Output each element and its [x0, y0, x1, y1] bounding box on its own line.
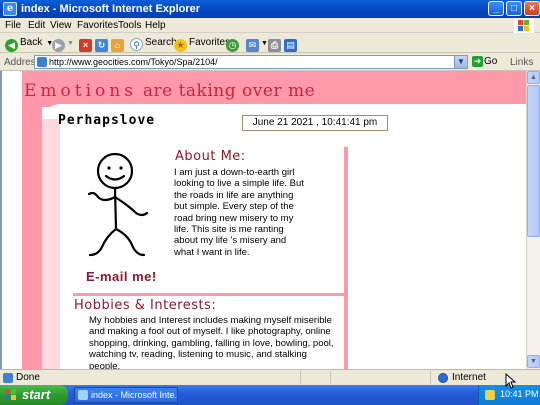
taskbar-ie-window[interactable]: index - Microsoft Inte...: [74, 387, 178, 403]
left-pink-bar: [22, 71, 42, 369]
back-arrow-icon: ◀: [5, 39, 18, 52]
close-button[interactable]: ×: [524, 1, 540, 16]
mail-button[interactable]: ✉ ▼: [246, 35, 268, 52]
toolbar: ◀ Back ▼ ▶ ▼ × ↻ ⌂ ⚲ Search ★ Favorites ◷ ✉ ▼ …: [0, 33, 540, 53]
favorites-star-icon: ★: [174, 39, 187, 52]
home-button[interactable]: ⌂: [111, 35, 126, 52]
start-label: start: [22, 387, 51, 402]
about-text: I am just a down-to-earth girl looking t…: [174, 167, 304, 258]
email-link[interactable]: E-mail me!: [86, 269, 157, 284]
back-button[interactable]: ◀ Back ▼: [5, 35, 53, 52]
forward-arrow-icon: ▶: [52, 39, 65, 52]
address-url: http://www.geocities.com/Tokyo/Spa/2104/: [49, 57, 218, 67]
edit-button[interactable]: ▤: [284, 35, 299, 52]
menu-edit[interactable]: Edit: [28, 20, 45, 31]
chevron-down-icon: ▼: [457, 57, 465, 66]
refresh-icon: ↻: [95, 39, 108, 52]
menu-file[interactable]: File: [5, 20, 21, 31]
chevron-down-icon: ▼: [67, 40, 74, 47]
address-input[interactable]: http://www.geocities.com/Tokyo/Spa/2104/: [34, 55, 468, 69]
left-inner-bar: [42, 119, 60, 369]
history-button[interactable]: ◷: [226, 35, 241, 52]
stop-button[interactable]: ×: [79, 35, 94, 52]
address-bar: Address http://www.geocities.com/Tokyo/S…: [0, 54, 540, 71]
chevron-down-icon: ▼: [261, 40, 268, 47]
site-name: Perhapslove: [58, 113, 156, 128]
links-button[interactable]: Links: [510, 57, 533, 68]
ie-logo-icon: e: [3, 2, 17, 16]
print-icon: ⎙: [268, 39, 281, 52]
menu-help[interactable]: Help: [145, 20, 166, 31]
about-heading: About Me:: [175, 149, 246, 164]
menu-bar: File Edit View Favorites Tools Help: [0, 18, 540, 33]
page-status-icon: [3, 373, 13, 383]
print-button[interactable]: ⎙: [268, 35, 283, 52]
search-label: Search: [145, 37, 177, 48]
scroll-down-button[interactable]: ▼: [527, 355, 540, 368]
page-icon: [37, 57, 47, 67]
favorites-label: Favorites: [189, 37, 231, 48]
hobbies-text: My hobbies and Interest includes making …: [89, 315, 334, 369]
ie-logo-icon: [78, 390, 88, 400]
back-label: Back: [20, 37, 43, 48]
go-button[interactable]: Go: [472, 56, 497, 67]
internet-globe-icon: [438, 373, 448, 383]
taskbar: start index - Microsoft Inte... 10:41 PM: [0, 385, 540, 405]
task-label: index - Microsoft Inte...: [91, 390, 178, 400]
page-headline: Emotions are taking over me: [24, 81, 316, 101]
menu-favorites[interactable]: Favorites: [77, 20, 118, 31]
menu-view[interactable]: View: [50, 20, 72, 31]
tray-network-icon[interactable]: [485, 390, 495, 400]
scroll-up-button[interactable]: ▲: [527, 71, 540, 84]
windows-flag-icon: [514, 18, 534, 33]
minimize-button[interactable]: _: [488, 1, 504, 16]
status-bar: Done Internet: [0, 369, 540, 385]
vertical-scrollbar[interactable]: ▲ ▼: [526, 71, 540, 369]
address-dropdown-button[interactable]: ▼: [454, 55, 468, 69]
divider-horizontal: [73, 293, 344, 296]
window-title: index - Microsoft Internet Explorer: [21, 3, 201, 15]
hobbies-heading: Hobbies & Interests:: [74, 298, 217, 313]
forward-button[interactable]: ▶ ▼: [52, 35, 74, 52]
home-icon: ⌂: [111, 39, 124, 52]
windows-flag-icon: [5, 389, 17, 401]
divider-vertical: [344, 147, 348, 369]
security-zone: Internet: [452, 372, 486, 383]
mail-icon: ✉: [246, 39, 259, 52]
clock: 10:41 PM: [500, 389, 539, 399]
stop-icon: ×: [79, 39, 92, 52]
edit-page-icon: ▤: [284, 39, 297, 52]
stick-figure-icon: [87, 152, 149, 257]
menu-tools[interactable]: Tools: [118, 20, 141, 31]
search-icon: ⚲: [130, 38, 143, 51]
status-text: Done: [16, 372, 40, 383]
mouse-cursor-icon: [505, 373, 517, 389]
page-viewport: Emotions are taking over me Perhapslove …: [0, 71, 526, 369]
favorites-button[interactable]: ★ Favorites: [174, 35, 231, 52]
scroll-thumb[interactable]: [527, 85, 540, 237]
datetime-box: June 21 2021 , 10:41:41 pm: [242, 115, 388, 131]
maximize-button[interactable]: □: [506, 1, 522, 16]
title-bar: e index - Microsoft Internet Explorer _ …: [0, 0, 540, 18]
history-icon: ◷: [226, 39, 239, 52]
refresh-button[interactable]: ↻: [95, 35, 110, 52]
search-button[interactable]: ⚲ Search: [130, 35, 177, 51]
start-button[interactable]: start: [0, 385, 68, 405]
